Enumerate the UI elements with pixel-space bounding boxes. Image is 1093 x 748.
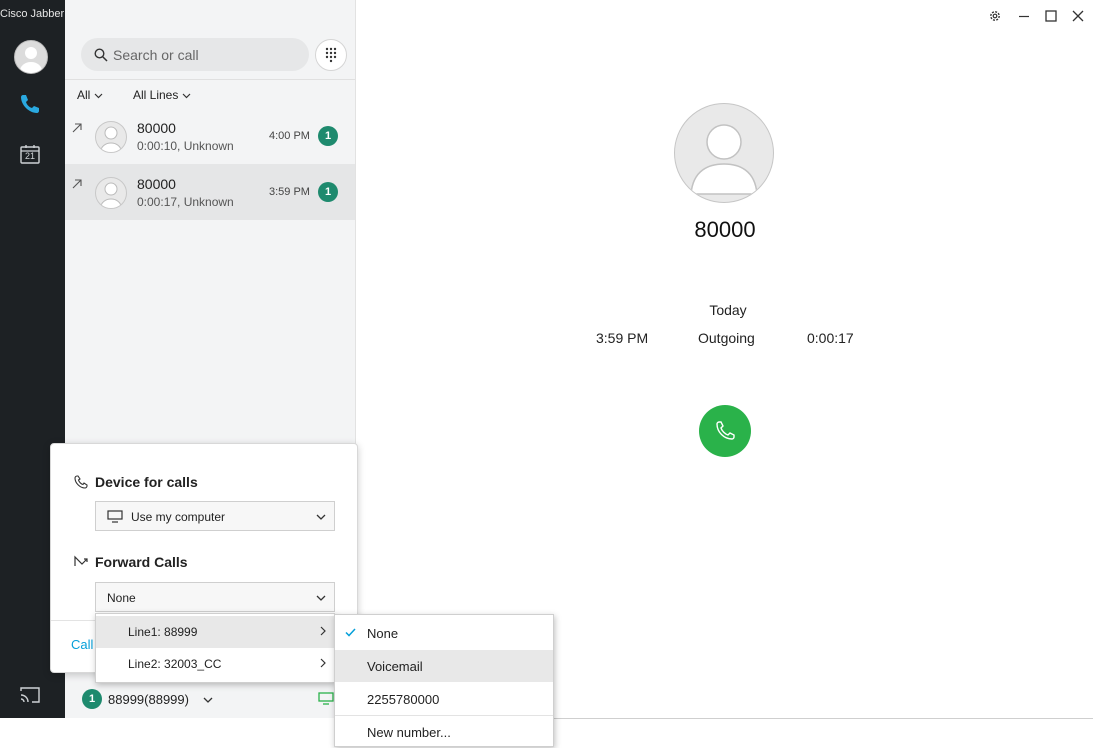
settings-gear-icon[interactable] — [987, 8, 1003, 24]
contact-large-avatar — [674, 103, 774, 203]
chevron-down-icon — [203, 697, 213, 703]
call-detail: 0:00:10, Unknown — [137, 139, 234, 153]
chevron-down-icon — [94, 93, 103, 99]
outgoing-call-icon — [72, 123, 82, 133]
minimize-icon[interactable] — [1016, 8, 1032, 24]
forward-select[interactable]: None — [95, 582, 335, 612]
chevron-right-icon — [320, 626, 326, 636]
divider — [65, 79, 355, 80]
phone-icon — [716, 421, 735, 440]
device-heading: Device for calls — [95, 474, 198, 490]
phone-icon — [74, 475, 88, 489]
computer-icon — [107, 510, 123, 523]
menu-item-label: New number... — [367, 725, 451, 740]
contact-avatar — [95, 177, 127, 209]
menu-item-label: Line1: 88999 — [128, 625, 198, 639]
menu-item-line2[interactable]: Line2: 32003_CC — [96, 648, 334, 680]
menu-item-none[interactable]: None — [335, 617, 553, 649]
line-selector-label: 88999(88999) — [108, 692, 189, 707]
call-number: 80000 — [137, 176, 176, 192]
menu-item-new-number[interactable]: New number... — [335, 716, 553, 748]
call-day: Today — [709, 302, 747, 318]
call-duration: 0:00:17 — [807, 330, 854, 346]
call-link[interactable]: Call — [71, 637, 93, 652]
line-badge: 1 — [82, 689, 102, 709]
dialpad-icon — [325, 47, 337, 63]
my-avatar[interactable] — [14, 40, 48, 74]
contact-name: 80000 — [694, 217, 756, 242]
forward-options-menu: None Voicemail 2255780000 New number... — [334, 614, 554, 747]
filter-lines-label: All Lines — [133, 88, 179, 102]
filter-lines-dropdown[interactable]: All Lines — [133, 88, 191, 102]
forward-lines-menu: Line1: 88999 Line2: 32003_CC — [95, 613, 335, 683]
computer-device-icon[interactable] — [318, 692, 334, 705]
menu-item-voicemail[interactable]: Voicemail — [335, 650, 553, 682]
search-input[interactable] — [113, 40, 293, 69]
contact-avatar — [95, 121, 127, 153]
filter-type-dropdown[interactable]: All — [77, 88, 103, 102]
menu-item-label: 2255780000 — [367, 692, 440, 707]
menu-item-number[interactable]: 2255780000 — [335, 683, 553, 715]
call-time: 3:59 PM — [269, 186, 310, 198]
outgoing-call-icon — [72, 179, 82, 189]
call-history-row[interactable]: 80000 0:00:10, Unknown 4:00 PM 1 — [65, 108, 355, 164]
forward-heading: Forward Calls — [95, 554, 188, 570]
phone-icon[interactable] — [18, 92, 42, 116]
search-icon — [94, 48, 108, 62]
forward-calls-icon — [74, 555, 88, 566]
close-icon[interactable] — [1070, 8, 1086, 24]
device-select-value: Use my computer — [131, 510, 226, 524]
maximize-icon[interactable] — [1043, 8, 1059, 24]
call-count-badge: 1 — [318, 182, 338, 202]
checkmark-icon — [345, 628, 356, 637]
call-count-badge: 1 — [318, 126, 338, 146]
call-time-detail: 3:59 PM — [596, 330, 649, 346]
call-direction: Outgoing — [698, 330, 755, 346]
calendar-icon[interactable]: 21 — [18, 142, 42, 166]
chevron-down-icon — [316, 514, 326, 520]
menu-item-line1[interactable]: Line1: 88999 — [96, 616, 334, 648]
call-detail: 0:00:17, Unknown — [137, 195, 234, 209]
forward-select-value: None — [107, 591, 136, 605]
menu-item-label: None — [367, 626, 399, 641]
chevron-down-icon — [182, 93, 191, 99]
menu-item-label: Line2: 32003_CC — [128, 657, 222, 671]
device-select[interactable]: Use my computer — [95, 501, 335, 531]
call-history-row[interactable]: 80000 0:00:17, Unknown 3:59 PM 1 — [65, 164, 355, 220]
call-time: 4:00 PM — [269, 130, 310, 142]
call-button[interactable] — [699, 405, 751, 457]
menu-item-label: Voicemail — [367, 659, 423, 674]
app-title: Cisco Jabber — [0, 8, 65, 20]
line-selector[interactable]: 88999(88999) — [108, 692, 213, 707]
calendar-day: 21 — [24, 151, 35, 161]
dialpad-button[interactable] — [315, 39, 347, 71]
chevron-right-icon — [320, 658, 326, 668]
chevron-down-icon — [316, 595, 326, 601]
call-number: 80000 — [137, 120, 176, 136]
cast-screen-icon[interactable] — [18, 683, 42, 707]
filter-type-label: All — [77, 88, 91, 102]
